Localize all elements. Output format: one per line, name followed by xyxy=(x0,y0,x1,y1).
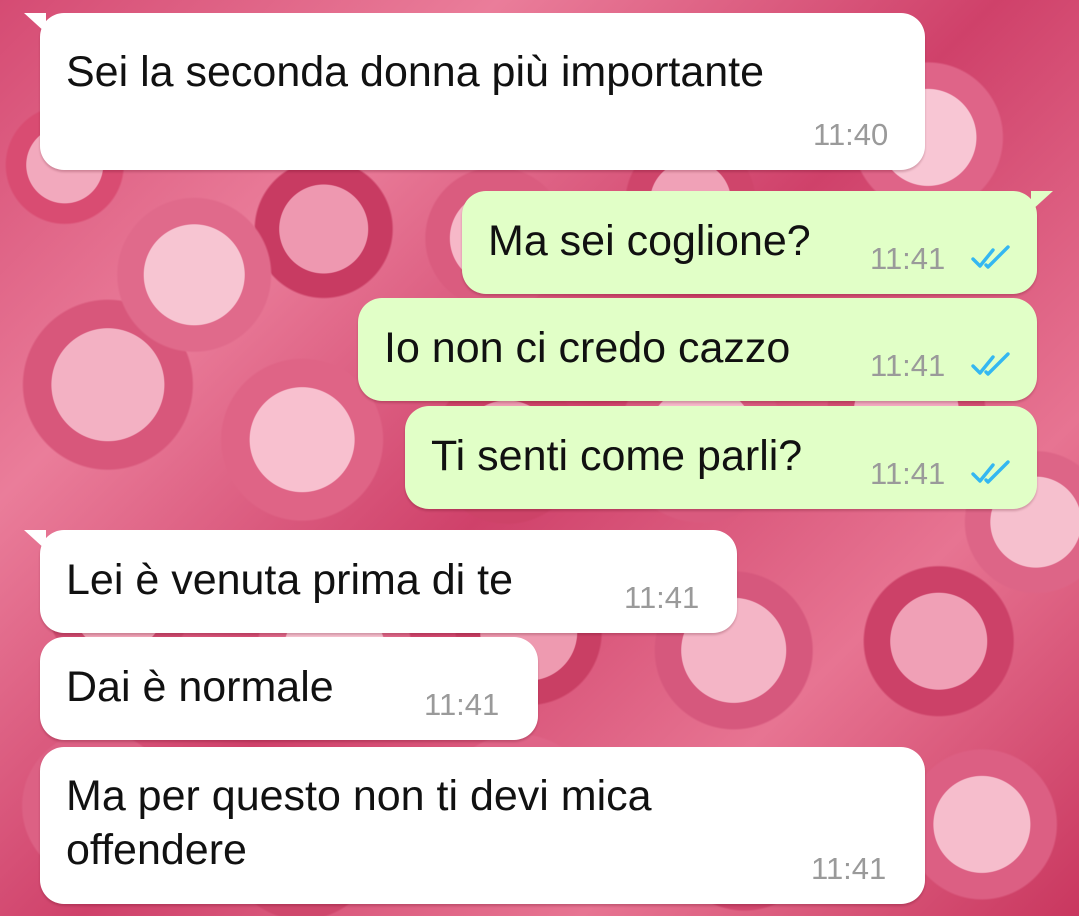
double-check-icon xyxy=(971,245,1010,269)
message-text: Sei la seconda donna più importante xyxy=(66,48,765,96)
message-time: 11:41 xyxy=(424,687,500,722)
message-time: 11:41 xyxy=(870,456,946,491)
message-text-line-2: offendere xyxy=(66,826,247,874)
message-time: 11:41 xyxy=(811,851,887,886)
message-bubble-incoming-1[interactable]: Sei la seconda donna più importante 11:4… xyxy=(24,13,925,170)
message-bubble-incoming-3[interactable]: Dai è normale 11:41 xyxy=(40,637,538,740)
message-text: Io non ci credo cazzo xyxy=(384,324,791,372)
message-text: Lei è venuta prima di te xyxy=(66,556,513,604)
message-time: 11:41 xyxy=(870,348,946,383)
message-text: Dai è normale xyxy=(66,663,334,711)
chat-conversation: Sei la seconda donna più importante 11:4… xyxy=(0,0,1079,916)
message-bubble-incoming-4[interactable]: Ma per questo non ti devi mica offendere… xyxy=(40,747,925,904)
message-bubble-incoming-2[interactable]: Lei è venuta prima di te 11:41 xyxy=(24,530,737,633)
message-bubble-outgoing-1[interactable]: Ma sei coglione? 11:41 xyxy=(462,191,1053,294)
message-text: Ti senti come parli? xyxy=(431,432,803,480)
message-text: Ma sei coglione? xyxy=(488,217,811,265)
double-check-icon xyxy=(971,352,1010,376)
double-check-icon xyxy=(971,460,1010,484)
message-bubble-outgoing-3[interactable]: Ti senti come parli? 11:41 xyxy=(405,406,1037,509)
message-time: 11:40 xyxy=(813,117,889,152)
message-time: 11:41 xyxy=(624,580,700,615)
message-text-line-1: Ma per questo non ti devi mica xyxy=(66,772,652,820)
message-time: 11:41 xyxy=(870,241,946,276)
message-bubble-outgoing-2[interactable]: Io non ci credo cazzo 11:41 xyxy=(358,298,1037,401)
